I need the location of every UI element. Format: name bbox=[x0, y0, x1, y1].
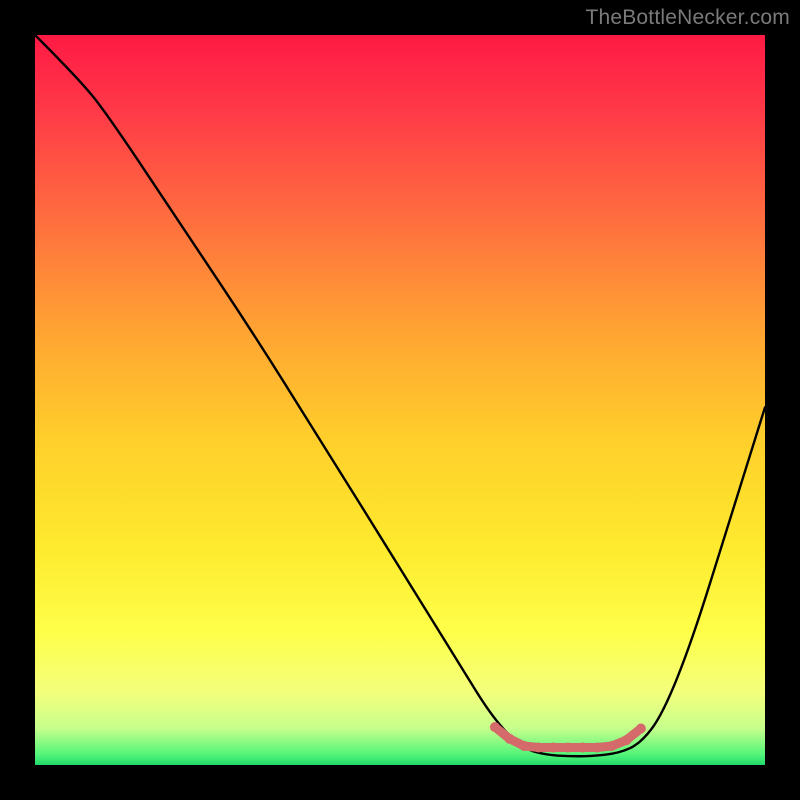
optimal-band-dot bbox=[621, 735, 631, 745]
optimal-band-dot bbox=[563, 742, 573, 752]
optimal-band-dot bbox=[578, 742, 588, 752]
watermark-text: TheBottleNecker.com bbox=[585, 6, 790, 30]
gradient-background bbox=[35, 35, 765, 765]
optimal-band-dot bbox=[592, 742, 602, 752]
optimal-band-dot bbox=[607, 741, 617, 751]
chart-frame: TheBottleNecker.com bbox=[0, 0, 800, 800]
bottleneck-curve-chart bbox=[35, 35, 765, 765]
optimal-band-dot bbox=[505, 734, 515, 744]
optimal-band-dot bbox=[490, 722, 500, 732]
optimal-band-dot bbox=[534, 742, 544, 752]
plot-area bbox=[35, 35, 765, 765]
optimal-band-dot bbox=[636, 724, 646, 734]
optimal-band-dot bbox=[519, 741, 529, 751]
optimal-band-dot bbox=[548, 742, 558, 752]
